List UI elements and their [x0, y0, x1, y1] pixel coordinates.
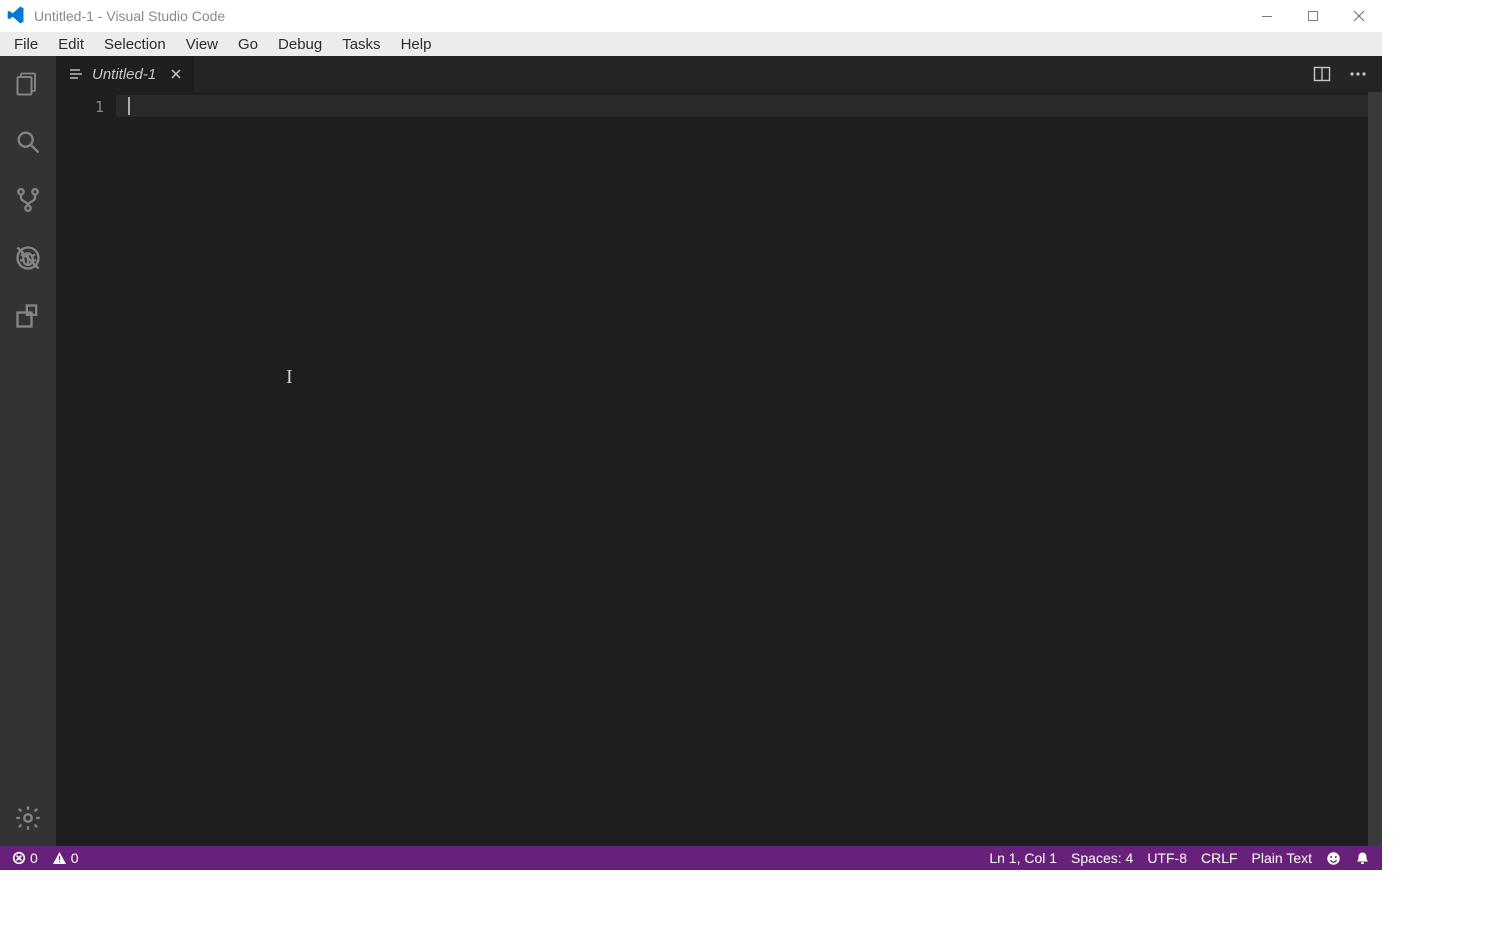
status-errors-count: 0 — [30, 850, 38, 866]
menu-help[interactable]: Help — [391, 34, 442, 55]
tab-close-icon[interactable] — [170, 68, 182, 80]
menu-file[interactable]: File — [4, 34, 48, 55]
activity-bar — [0, 56, 56, 846]
status-cursor-position[interactable]: Ln 1, Col 1 — [989, 850, 1057, 866]
minimize-button[interactable] — [1244, 0, 1290, 32]
tab-bar: Untitled-1 — [56, 56, 1382, 92]
status-eol[interactable]: CRLF — [1201, 850, 1238, 866]
code-area[interactable]: I — [116, 92, 1382, 846]
notifications-bell-icon[interactable] — [1355, 851, 1370, 866]
maximize-button[interactable] — [1290, 0, 1336, 32]
ibeam-cursor-icon: I — [286, 366, 288, 386]
tab-untitled-1[interactable]: Untitled-1 — [56, 56, 195, 92]
vertical-scrollbar[interactable] — [1368, 92, 1382, 846]
menu-selection[interactable]: Selection — [94, 34, 176, 55]
void-area — [1382, 0, 1512, 870]
status-language-mode[interactable]: Plain Text — [1252, 850, 1312, 866]
menu-tasks[interactable]: Tasks — [332, 34, 390, 55]
split-editor-icon[interactable] — [1310, 62, 1334, 86]
menubar: File Edit Selection View Go Debug Tasks … — [0, 32, 1382, 56]
menu-debug[interactable]: Debug — [268, 34, 332, 55]
debug-icon[interactable] — [0, 238, 56, 278]
status-warnings[interactable]: 0 — [52, 850, 79, 866]
status-errors[interactable]: 0 — [12, 850, 38, 866]
app-window: Untitled-1 - Visual Studio Code File Edi… — [0, 0, 1382, 870]
titlebar: Untitled-1 - Visual Studio Code — [0, 0, 1382, 32]
line-number-gutter: 1 — [56, 92, 116, 846]
explorer-icon[interactable] — [0, 64, 56, 104]
search-icon[interactable] — [0, 122, 56, 162]
status-encoding[interactable]: UTF-8 — [1147, 850, 1187, 866]
current-line-highlight — [116, 95, 1368, 117]
file-icon — [68, 66, 84, 82]
status-indentation[interactable]: Spaces: 4 — [1071, 850, 1133, 866]
status-bar: 0 0 Ln 1, Col 1 Spaces: 4 UTF-8 CRLF Pla… — [0, 846, 1382, 870]
tab-label: Untitled-1 — [92, 66, 156, 83]
menu-edit[interactable]: Edit — [48, 34, 94, 55]
window-title: Untitled-1 - Visual Studio Code — [34, 8, 225, 24]
vscode-logo-icon — [6, 5, 26, 28]
status-warnings-count: 0 — [71, 850, 79, 866]
window-controls — [1244, 0, 1382, 32]
workbench: Untitled-1 — [0, 56, 1382, 846]
menu-go[interactable]: Go — [228, 34, 268, 55]
text-cursor — [128, 97, 130, 115]
close-button[interactable] — [1336, 0, 1382, 32]
line-number: 1 — [56, 98, 104, 116]
editor-group: Untitled-1 — [56, 56, 1382, 846]
settings-gear-icon[interactable] — [0, 798, 56, 838]
feedback-smiley-icon[interactable] — [1326, 851, 1341, 866]
source-control-icon[interactable] — [0, 180, 56, 220]
menu-view[interactable]: View — [176, 34, 228, 55]
more-actions-icon[interactable] — [1346, 62, 1370, 86]
extensions-icon[interactable] — [0, 296, 56, 336]
editor[interactable]: 1 I — [56, 92, 1382, 846]
